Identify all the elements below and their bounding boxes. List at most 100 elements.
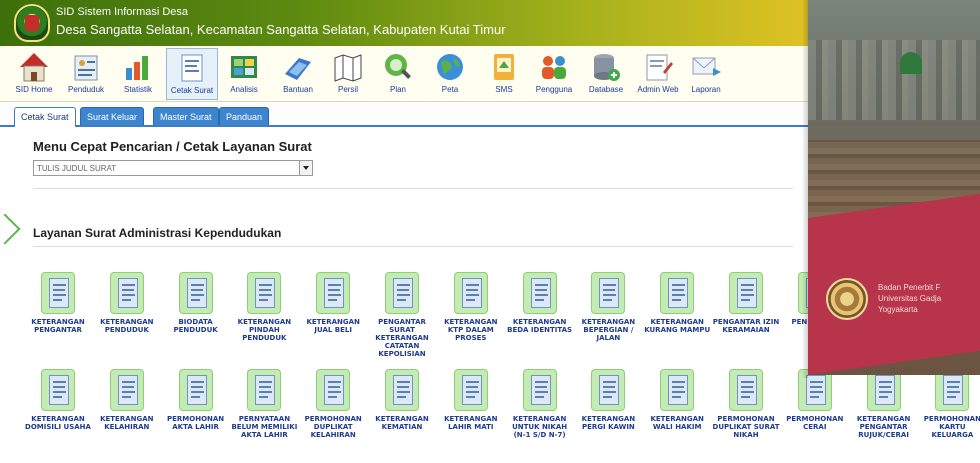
letter-tile[interactable]: PENGANTAR SURAT KETERANGAN CATATAN KEPOL… [368,272,436,358]
toolbar-button-label: Plan [389,85,406,94]
letter-tile[interactable]: KETERANGAN PENGANTAR RUJUK/CERAI [850,369,918,439]
toolbar-button-peta[interactable]: Peta [424,48,476,100]
letter-tile[interactable]: KETERANGAN WALI HAKIM [643,369,711,431]
university-emblem-icon [826,278,868,320]
toolbar-button-label: SID Home [15,85,53,94]
letter-tile[interactable]: KETERANGAN LAHIR MATI [437,369,505,431]
document-icon [109,272,144,314]
letter-tile[interactable]: PERMOHONAN DUPLIKAT SURAT NIKAH [712,369,780,439]
document-icon [41,272,75,314]
toolbar-button-sid-home[interactable]: SID Home [8,48,60,100]
document-icon [41,369,75,411]
document-icon [729,369,763,411]
tab-panduan[interactable]: Panduan [219,107,270,125]
letter-tile[interactable]: KETERANGAN UNTUK NIKAH (N-1 S/D N-7) [506,369,574,439]
letter-search-input[interactable] [34,161,300,175]
help-icon [281,50,315,84]
letter-tile-label: KETERANGAN PENDUDUK [100,318,154,334]
toolbar-button-admin-web[interactable]: Admin Web [632,48,684,100]
letter-tile[interactable]: PERMOHONAN DUPLIKAT KELAHIRAN [299,369,367,439]
letter-tile-label: KETERANGAN PERGI KAWIN [581,415,636,431]
toolbar-button-persil[interactable]: Persil [322,48,374,100]
letter-tile[interactable]: KETERANGAN PENDUDUK [93,272,161,334]
plan-icon [381,50,415,84]
sms-icon [487,50,521,84]
letter-tile[interactable]: KETERANGAN JUAL BELI [299,272,367,334]
letter-tile[interactable]: KETERANGAN KTP DALAM PROSES [437,272,505,342]
letter-tile-label: PENGANTAR SURAT KETERANGAN CATATAN KEPOL… [375,318,429,358]
document-icon [453,272,488,314]
letter-tile[interactable]: PERMOHONAN CERAI [781,369,849,431]
letter-tile[interactable]: KETERANGAN PERGI KAWIN [574,369,642,431]
letter-tile-label: KETERANGAN BEPERGIAN / JALAN [581,318,636,342]
book-publisher-text: Badan Penerbit F Universitas Gadja Yogya… [878,282,941,315]
letter-tile-label: KETERANGAN WALI HAKIM [650,415,704,431]
toolbar-button-bantuan[interactable]: Bantuan [272,48,324,100]
letter-tile[interactable]: KETERANGAN PENGANTAR [24,272,92,334]
toolbar-button-laporan[interactable]: Laporan [680,48,732,100]
toolbar-button-penduduk[interactable]: Penduduk [60,48,112,100]
letter-tile-label: KETERANGAN KEMATIAN [375,415,429,431]
letter-tile[interactable]: PERNYATAAN BELUM MEMILIKI AKTA LAHIR [230,369,298,439]
letter-tile-label: BIODATA PENDUDUK [173,318,218,334]
letter-tile[interactable]: PERMOHONAN AKTA LAHIR [162,369,230,431]
document-icon [453,369,488,411]
toolbar-button-label: Statistik [123,85,152,94]
letter-tile-label: KETERANGAN KELAHIRAN [100,415,154,431]
globe-icon [433,50,467,84]
statistics-icon [121,50,155,84]
letter-tile-label: PERMOHONAN KARTU KELUARGA [923,415,980,439]
toolbar-button-label: Penduduk [67,85,105,94]
letter-tile[interactable]: KETERANGAN KEMATIAN [368,369,436,431]
letter-tile[interactable]: PENGANTAR IZIN KERAMAIAN [712,272,780,334]
toolbar-button-label: Cetak Surat [170,86,214,95]
analysis-icon [227,50,261,84]
letter-tile[interactable]: KETERANGAN KURANG MAMPU [643,272,711,334]
toolbar-button-label: Bantuan [283,85,313,94]
letter-tile[interactable]: KETERANGAN DOMISILI USAHA [24,369,92,431]
app-name: SID Sistem Informasi Desa [56,6,189,18]
toolbar-button-sms[interactable]: SMS [478,48,530,100]
toolbar-button-plan[interactable]: Plan [372,48,424,100]
letter-tile-label: PERMOHONAN AKTA LAHIR [167,415,225,431]
letter-tile[interactable]: KETERANGAN BEPERGIAN / JALAN [574,272,642,342]
letter-tile[interactable]: PERMOHONAN KARTU KELUARGA [918,369,980,439]
map-parcel-icon [331,50,365,84]
document-icon [178,369,213,411]
letter-search-combobox[interactable] [33,160,313,176]
toolbar-button-analisis[interactable]: Analisis [218,48,270,100]
letter-tile-label: PERMOHONAN DUPLIKAT KELAHIRAN [304,415,362,439]
database-icon [589,50,623,84]
tab-cetak-surat[interactable]: Cetak Surat [14,107,76,127]
document-icon [178,272,213,314]
letter-tile[interactable]: BIODATA PENDUDUK [162,272,230,334]
toolbar-button-label: Pengguna [535,85,573,94]
people-icon [69,50,103,84]
letter-tile-label: PERMOHONAN CERAI [786,415,844,431]
toolbar-button-pengguna[interactable]: Pengguna [528,48,580,100]
publisher-line: Yogyakarta [878,305,918,314]
letter-tile[interactable]: KETERANGAN BEDA IDENTITAS [506,272,574,334]
divider [33,246,793,247]
toolbar-button-label: Laporan [691,85,721,94]
letter-tile[interactable]: KETERANGAN KELAHIRAN [93,369,161,431]
letter-tile-label: KETERANGAN DOMISILI USAHA [25,415,91,431]
app-window: SID Sistem Informasi Desa Desa Sangatta … [0,0,980,463]
village-logo-icon [14,4,50,42]
document-icon [385,272,419,314]
toolbar-button-statistik[interactable]: Statistik [112,48,164,100]
print-letter-icon [175,51,209,85]
letter-tile[interactable]: KETERANGAN PINDAH PENDUDUK [230,272,298,342]
letter-tile-label: KETERANGAN KURANG MAMPU [644,318,711,334]
tab-master-surat[interactable]: Master Surat [153,107,219,125]
document-icon [522,272,557,314]
document-icon [591,369,626,411]
letter-tile-label: KETERANGAN PINDAH PENDUDUK [237,318,292,342]
tab-surat-keluar[interactable]: Surat Keluar [80,107,145,125]
letter-tile-label: PENGANTAR IZIN KERAMAIAN [712,318,780,334]
toolbar-button-cetak-surat[interactable]: Cetak Surat [166,48,218,100]
toolbar-button-database[interactable]: Database [580,48,632,100]
letter-section-title: Layanan Surat Administrasi Kependudukan [33,226,282,240]
document-icon [109,369,144,411]
chevron-down-icon[interactable] [299,161,312,175]
